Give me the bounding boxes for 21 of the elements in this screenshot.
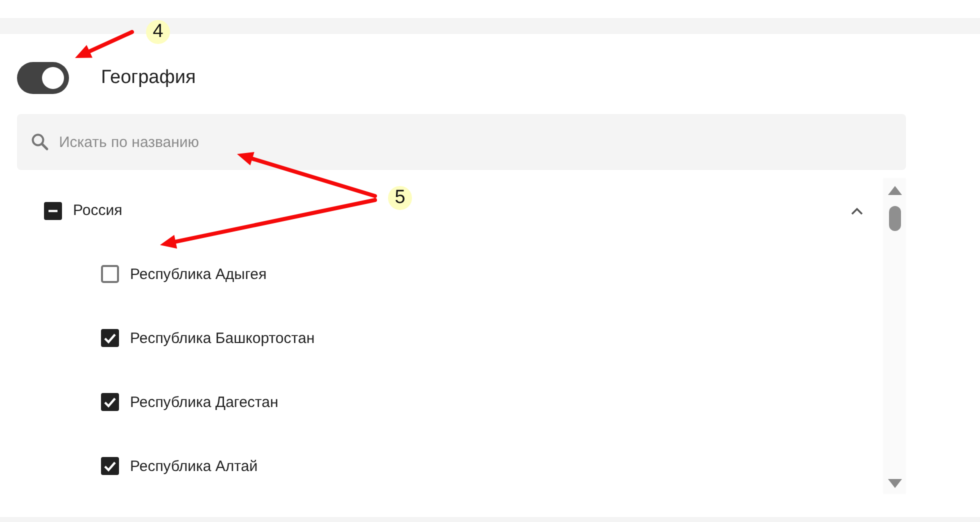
annotation-arrow <box>75 30 134 58</box>
annotation-number: 5 <box>388 186 412 210</box>
annotation-number: 4 <box>146 20 170 44</box>
section-title: География <box>101 67 196 89</box>
tree-item-label[interactable]: Республика Адыгея <box>130 266 267 282</box>
tree-item-label[interactable]: Республика Алтай <box>130 458 258 474</box>
checkbox[interactable] <box>101 393 119 411</box>
tree-item-label[interactable]: Республика Башкортостан <box>130 330 315 346</box>
tree-item-label[interactable]: Россия <box>73 202 122 219</box>
scroll-down-icon[interactable] <box>888 479 902 488</box>
checkbox[interactable] <box>44 202 62 220</box>
tree-item-label[interactable]: Республика Дагестан <box>130 394 278 410</box>
scroll-thumb[interactable] <box>888 206 900 231</box>
scrollbar[interactable] <box>883 178 906 494</box>
toggle-switch[interactable] <box>17 62 69 94</box>
checkbox[interactable] <box>101 329 119 347</box>
checkbox[interactable] <box>101 457 119 475</box>
scroll-up-icon[interactable] <box>888 186 902 195</box>
search-field[interactable]: Искать по названию <box>17 114 906 170</box>
collapse-chevron-icon[interactable] <box>851 206 863 214</box>
checkbox[interactable] <box>101 265 119 283</box>
